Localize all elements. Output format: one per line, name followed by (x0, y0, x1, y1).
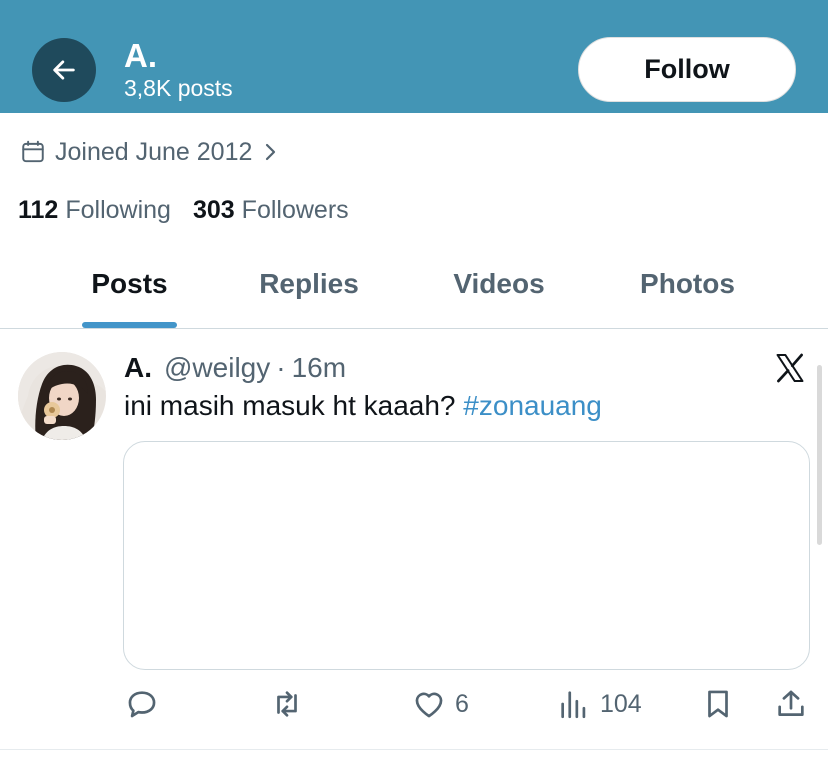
avatar[interactable] (18, 352, 106, 440)
post-body: ini masih masuk ht kaaah? (124, 390, 456, 421)
share-icon (778, 690, 804, 716)
header-name: A. (124, 37, 157, 74)
joined-label: Joined June 2012 (55, 137, 253, 166)
like-button[interactable]: 6 (412, 684, 469, 724)
profile-stats: 112 Following 303 Followers (18, 194, 371, 226)
back-button[interactable] (32, 38, 96, 102)
post-media[interactable] (123, 441, 810, 670)
following-link[interactable]: 112 Following (18, 196, 171, 225)
x-logo-icon[interactable] (772, 351, 808, 385)
repost-button[interactable] (270, 684, 304, 724)
profile-header: A. 3,8K posts Follow (0, 0, 828, 113)
heart-icon (415, 692, 443, 718)
post-hashtag[interactable]: #zonauang (463, 390, 602, 421)
post-handle[interactable]: @weilgy (164, 352, 270, 384)
followers-label: Followers (241, 195, 349, 224)
header-posts-count: 3,8K posts (124, 75, 233, 101)
tab-photos[interactable]: Photos (630, 258, 745, 328)
views-count: 104 (600, 689, 642, 718)
following-count: 112 (18, 195, 59, 224)
chevron-right-icon (266, 143, 276, 161)
reply-button[interactable] (125, 684, 159, 724)
arrow-left-icon (53, 60, 75, 80)
calendar-icon (22, 140, 44, 163)
views-icon (561, 691, 586, 719)
post-time[interactable]: 16m (292, 352, 346, 384)
tab-replies[interactable]: Replies (250, 258, 368, 328)
following-label: Following (65, 195, 171, 224)
joined-date[interactable]: Joined June 2012 (20, 136, 280, 168)
profile-tabs: Posts Replies Videos Photos (0, 258, 828, 329)
repost-icon (277, 691, 297, 717)
share-button[interactable] (774, 684, 808, 724)
post-item[interactable]: A. @weilgy · 16m ini masih masuk ht kaaa… (0, 329, 828, 750)
tab-posts[interactable]: Posts (82, 258, 177, 328)
reply-icon (128, 691, 156, 718)
post-author[interactable]: A. (124, 352, 152, 384)
post-actions: 6 104 (0, 684, 828, 724)
post-text: ini masih masuk ht kaaah? #zonauang (124, 389, 602, 423)
bookmark-icon (708, 690, 728, 718)
followers-count: 303 (192, 195, 235, 224)
followers-link[interactable]: 303 Followers (193, 196, 349, 225)
scrollbar[interactable] (817, 365, 822, 545)
active-tab-indicator (82, 322, 177, 328)
follow-button[interactable]: Follow (578, 37, 796, 102)
bookmark-button[interactable] (701, 684, 735, 724)
tab-videos[interactable]: Videos (444, 258, 554, 328)
post-meta: A. @weilgy · 16m (124, 351, 346, 385)
meta-separator: · (276, 352, 286, 383)
like-count: 6 (455, 689, 469, 718)
views-button[interactable]: 104 (557, 684, 642, 724)
